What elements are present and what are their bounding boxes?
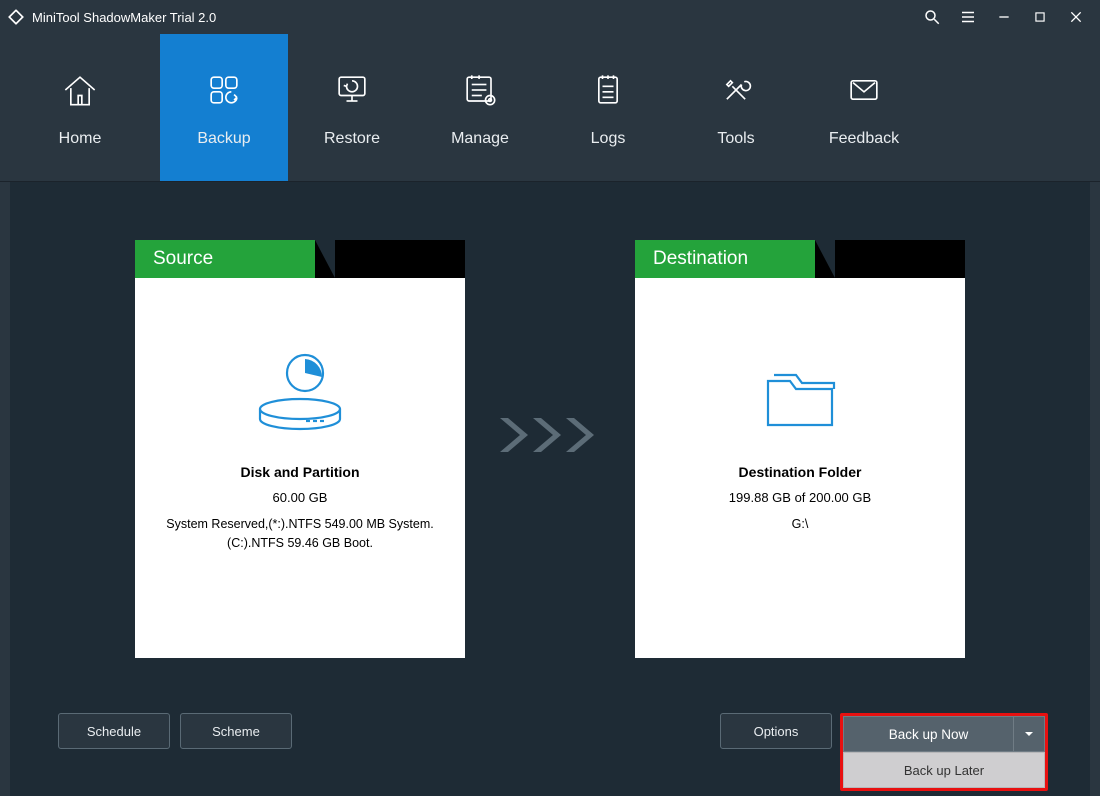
- tab-logs-label: Logs: [591, 130, 626, 148]
- bottom-bar: Schedule Scheme Options Back up Now Back…: [10, 676, 1090, 796]
- destination-path: G:\: [782, 515, 819, 534]
- app-title: MiniTool ShadowMaker Trial 2.0: [32, 10, 216, 25]
- tab-tools[interactable]: Tools: [672, 34, 800, 181]
- source-detail: System Reserved,(*:).NTFS 549.00 MB Syst…: [135, 515, 465, 553]
- close-button[interactable]: [1058, 0, 1094, 34]
- tab-tools-label: Tools: [717, 130, 754, 148]
- source-body[interactable]: Disk and Partition 60.00 GB System Reser…: [135, 278, 465, 658]
- backup-split-button: Back up Now: [843, 716, 1045, 752]
- destination-size: 199.88 GB of 200.00 GB: [729, 490, 871, 505]
- tab-feedback-label: Feedback: [829, 130, 899, 148]
- tab-manage-label: Manage: [451, 130, 509, 148]
- tab-home[interactable]: Home: [0, 34, 160, 181]
- title-bar: MiniTool ShadowMaker Trial 2.0: [0, 0, 1100, 34]
- tab-manage[interactable]: Manage: [416, 34, 544, 181]
- destination-title: Destination Folder: [739, 464, 862, 480]
- app-window: MiniTool ShadowMaker Trial 2.0 Home Back…: [0, 0, 1100, 796]
- tab-feedback[interactable]: Feedback: [800, 34, 928, 181]
- tab-backup[interactable]: Backup: [160, 34, 288, 181]
- backup-dropdown-button[interactable]: [1013, 716, 1045, 752]
- source-header-label: Source: [135, 240, 315, 278]
- destination-header-label: Destination: [635, 240, 815, 278]
- source-title: Disk and Partition: [240, 464, 359, 480]
- destination-panel: Destination Destination Folder 199.88 GB…: [635, 240, 965, 658]
- main-content: Source Disk and Partition 60.00 GB: [0, 182, 1100, 796]
- source-header: Source: [135, 240, 465, 278]
- tab-logs[interactable]: Logs: [544, 34, 672, 181]
- arrows-icon: [485, 410, 615, 460]
- menu-icon[interactable]: [950, 0, 986, 34]
- source-panel: Source Disk and Partition 60.00 GB: [135, 240, 465, 658]
- schedule-button[interactable]: Schedule: [58, 713, 170, 749]
- source-size: 60.00 GB: [273, 490, 328, 505]
- tab-home-label: Home: [59, 130, 102, 148]
- scheme-button[interactable]: Scheme: [180, 713, 292, 749]
- folder-icon: [750, 338, 850, 458]
- tab-backup-label: Backup: [197, 130, 250, 148]
- backup-button-group: Back up Now Back up Later: [840, 713, 1048, 791]
- backup-now-button[interactable]: Back up Now: [843, 716, 1013, 752]
- maximize-button[interactable]: [1022, 0, 1058, 34]
- content-area: Source Disk and Partition 60.00 GB: [10, 182, 1090, 796]
- tab-bar: Home Backup Restore Manage Logs Tools Fe…: [0, 34, 1100, 182]
- panels-row: Source Disk and Partition 60.00 GB: [10, 240, 1090, 658]
- search-icon[interactable]: [914, 0, 950, 34]
- destination-header: Destination: [635, 240, 965, 278]
- backup-later-button[interactable]: Back up Later: [843, 752, 1045, 788]
- disk-icon: [250, 338, 350, 458]
- minimize-button[interactable]: [986, 0, 1022, 34]
- options-button[interactable]: Options: [720, 713, 832, 749]
- destination-body[interactable]: Destination Folder 199.88 GB of 200.00 G…: [635, 278, 965, 658]
- tab-restore[interactable]: Restore: [288, 34, 416, 181]
- app-logo-icon: [6, 7, 26, 27]
- tab-restore-label: Restore: [324, 130, 380, 148]
